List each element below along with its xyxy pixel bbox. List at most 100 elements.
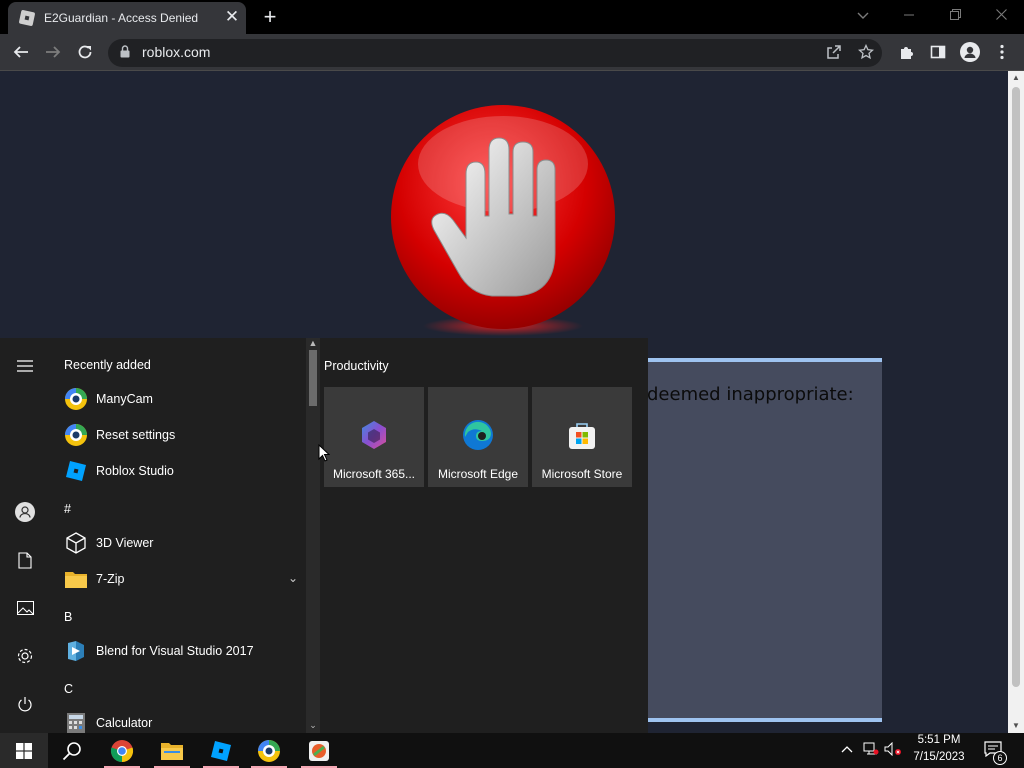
user-account-button[interactable] — [13, 500, 37, 524]
address-bar[interactable] — [108, 39, 882, 67]
bookmark-button[interactable] — [854, 40, 878, 64]
calculator-icon — [64, 711, 88, 733]
app-label: Calculator — [96, 716, 153, 730]
forward-button[interactable] — [40, 39, 66, 65]
profile-button[interactable] — [957, 39, 983, 65]
app-roblox-studio[interactable]: Roblox Studio — [50, 453, 306, 489]
pictures-button[interactable] — [13, 596, 37, 620]
manycam-icon — [258, 739, 280, 762]
power-button[interactable] — [13, 692, 37, 716]
reload-icon — [78, 45, 92, 59]
tiles-group-title[interactable]: Productivity — [324, 359, 389, 373]
app-reset-settings[interactable]: Reset settings — [50, 417, 306, 453]
network-icon — [863, 742, 879, 755]
stop-hand-icon — [388, 104, 618, 336]
microsoft-365-icon — [358, 419, 390, 451]
folder-icon — [64, 567, 88, 591]
scrollbar-thumb[interactable] — [1012, 87, 1020, 687]
tile-label: Microsoft 365... — [332, 467, 416, 481]
tab-close-icon[interactable]: ✕ — [224, 8, 240, 26]
roblox-favicon-icon — [18, 9, 36, 27]
taskbar-app-file-explorer[interactable] — [154, 733, 190, 768]
taskbar-app-paint[interactable] — [301, 733, 337, 768]
app-manycam[interactable]: ManyCam — [50, 381, 306, 417]
app-label: Roblox Studio — [96, 464, 174, 478]
arrow-right-icon — [46, 46, 61, 58]
scroll-down-arrow-icon[interactable]: ⌄ — [306, 720, 320, 731]
show-hidden-icons-button[interactable] — [838, 740, 856, 758]
scrollbar-thumb[interactable] — [309, 350, 317, 406]
start-menu-rail — [0, 338, 50, 733]
folder-icon — [161, 742, 183, 760]
back-button[interactable] — [8, 39, 34, 65]
gear-icon — [17, 648, 33, 664]
taskbar-app-manycam[interactable] — [251, 733, 287, 768]
manycam-icon — [64, 387, 88, 411]
new-tab-button[interactable]: + — [258, 4, 282, 30]
tile-microsoft-store[interactable]: Microsoft Store — [532, 387, 632, 487]
hamburger-menu-button[interactable] — [13, 354, 37, 378]
blocked-reason-text: deemed inappropriate: — [647, 384, 854, 405]
group-header-b[interactable]: B — [64, 610, 72, 624]
taskbar-app-chrome[interactable] — [104, 733, 140, 768]
blend-icon — [64, 639, 88, 663]
search-icon — [62, 741, 81, 760]
volume-muted-icon — [884, 742, 901, 756]
lock-icon[interactable] — [120, 45, 130, 63]
share-icon — [827, 45, 841, 59]
mouse-cursor-icon — [318, 443, 331, 462]
app-list-scrollbar[interactable]: ▲ ⌄ — [306, 338, 320, 733]
arrow-left-icon — [13, 46, 28, 58]
chevron-down-icon[interactable]: ⌄ — [288, 571, 298, 585]
close-window-button[interactable] — [978, 2, 1024, 30]
settings-button[interactable] — [13, 644, 37, 668]
taskbar-search-button[interactable] — [54, 733, 90, 768]
tab-search-button[interactable] — [840, 2, 886, 30]
chevron-up-icon — [841, 746, 853, 753]
reload-button[interactable] — [72, 39, 98, 65]
star-icon — [858, 44, 874, 60]
recently-added-header: Recently added — [64, 358, 151, 372]
side-panel-icon — [930, 45, 946, 59]
scroll-up-arrow-icon[interactable]: ▲ — [1008, 71, 1024, 85]
minimize-button[interactable] — [886, 2, 932, 30]
start-app-list: Recently added ManyCam Reset settings Ro… — [50, 338, 306, 733]
minimize-icon — [904, 14, 914, 16]
scroll-down-arrow-icon[interactable]: ▼ — [1008, 719, 1024, 733]
tile-microsoft-edge[interactable]: Microsoft Edge — [428, 387, 528, 487]
app-3d-viewer[interactable]: 3D Viewer — [50, 525, 306, 561]
scroll-up-arrow-icon[interactable]: ▲ — [306, 338, 320, 348]
clock-date[interactable]: 7/15/2023 — [902, 751, 976, 763]
documents-button[interactable] — [13, 548, 37, 572]
group-header-c[interactable]: C — [64, 682, 73, 696]
page-scrollbar[interactable]: ▲ ▼ — [1008, 71, 1024, 733]
browser-tab-active[interactable]: E2Guardian - Access Denied ✕ — [8, 2, 246, 34]
document-icon — [18, 551, 32, 569]
share-button[interactable] — [822, 40, 846, 64]
windows-logo-icon — [16, 742, 32, 759]
taskbar-app-roblox-studio[interactable] — [203, 733, 239, 768]
group-header-hash[interactable]: # — [64, 502, 71, 516]
clock-time[interactable]: 5:51 PM — [902, 734, 976, 746]
network-button[interactable] — [862, 740, 880, 758]
edge-icon — [462, 419, 494, 451]
roblox-studio-icon — [211, 740, 231, 761]
volume-button[interactable] — [884, 740, 902, 758]
app-7zip[interactable]: 7-Zip ⌄ — [50, 561, 306, 597]
tile-label: Microsoft Edge — [437, 467, 519, 481]
kebab-menu-icon — [1000, 44, 1004, 60]
app-label: 7-Zip — [96, 572, 125, 586]
chevron-down-icon — [857, 12, 869, 19]
address-bar-url[interactable]: roblox.com — [142, 44, 210, 60]
message-box — [648, 358, 882, 722]
start-button[interactable] — [0, 733, 48, 768]
app-label: Reset settings — [96, 428, 176, 442]
manycam-icon — [64, 423, 88, 447]
extensions-button[interactable] — [893, 39, 919, 65]
app-blend-visual-studio[interactable]: Blend for Visual Studio 2017 — [50, 633, 306, 669]
browser-menu-button[interactable] — [990, 39, 1014, 65]
restore-button[interactable] — [932, 2, 978, 30]
tile-microsoft-365[interactable]: Microsoft 365... — [324, 387, 424, 487]
app-calculator[interactable]: Calculator — [50, 705, 306, 733]
side-panel-button[interactable] — [925, 39, 951, 65]
